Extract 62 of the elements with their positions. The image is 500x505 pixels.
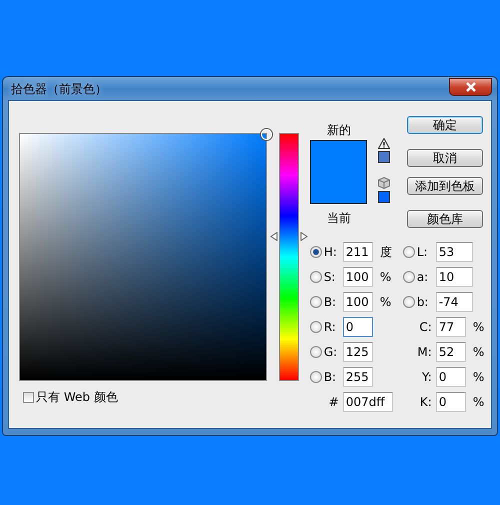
warning-icon[interactable] (378, 138, 390, 149)
radio-button[interactable] (310, 371, 322, 383)
input-field[interactable]: 0 (436, 367, 466, 387)
unit-label: % (380, 295, 392, 309)
radio-button[interactable] (310, 296, 322, 308)
field-label: C: (418, 320, 433, 334)
color-preview-swatch (310, 140, 368, 204)
input-field[interactable]: 53 (436, 242, 473, 262)
radio-button[interactable] (402, 296, 415, 308)
input-field[interactable]: 0 (342, 317, 373, 337)
color-marker[interactable] (261, 129, 272, 140)
input-field[interactable]: 255 (342, 367, 373, 387)
unit-label: % (380, 270, 392, 284)
current-color-label: 当前 (326, 210, 351, 226)
unit-label: % (472, 395, 485, 409)
gamut-color-swatch[interactable] (378, 151, 390, 163)
unit-label: 度 (380, 244, 393, 260)
dialog-button[interactable]: 取消 (406, 149, 483, 167)
cube-icon[interactable] (378, 177, 390, 189)
field-label: b: (416, 295, 428, 309)
close-button[interactable] (449, 78, 492, 96)
color-field[interactable] (19, 133, 267, 381)
input-field[interactable]: 100 (342, 267, 373, 287)
input-field[interactable]: 125 (342, 342, 373, 362)
field-label: B: (324, 295, 336, 309)
unit-label: % (472, 370, 485, 384)
input-field[interactable]: 211 (342, 242, 373, 262)
field-label: # (328, 395, 340, 409)
radio-button[interactable] (310, 271, 322, 283)
input-field[interactable]: 77 (436, 317, 466, 337)
field-label: Y: (421, 370, 433, 384)
dialog-button[interactable]: 确定 (406, 116, 483, 134)
field-label: a: (416, 270, 428, 284)
field-label: H: (324, 245, 337, 259)
dialog-button[interactable]: 颜色库 (406, 210, 483, 228)
field-label: G: (324, 345, 338, 359)
input-field[interactable]: -74 (436, 292, 473, 312)
radio-button[interactable] (310, 246, 322, 258)
input-field[interactable]: 10 (436, 267, 473, 287)
input-field[interactable]: 007dff (342, 392, 393, 412)
unit-label: % (472, 345, 485, 359)
field-label: K: (418, 395, 433, 409)
unit-label: % (472, 320, 485, 334)
radio-button[interactable] (402, 246, 415, 258)
web-colors-checkbox[interactable] (23, 392, 34, 403)
input-field[interactable]: 0 (436, 392, 466, 412)
field-label: B: (324, 370, 336, 384)
web-colors-label: 只有 Web 颜色 (36, 389, 118, 406)
radio-button[interactable] (402, 271, 415, 283)
window-title: 拾色器（前景色） (10, 81, 107, 98)
close-icon (464, 82, 476, 92)
radio-button[interactable] (310, 346, 322, 358)
input-field[interactable]: 100 (342, 292, 373, 312)
web-safe-color-swatch[interactable] (378, 191, 390, 203)
field-label: M: (416, 345, 433, 359)
field-label: R: (324, 320, 336, 334)
field-label: S: (324, 270, 336, 284)
new-color-label: 新的 (326, 122, 351, 138)
field-label: L: (416, 245, 428, 259)
radio-button[interactable] (310, 321, 322, 333)
dialog-button[interactable]: 添加到色板 (406, 177, 483, 195)
input-field[interactable]: 52 (436, 342, 466, 362)
